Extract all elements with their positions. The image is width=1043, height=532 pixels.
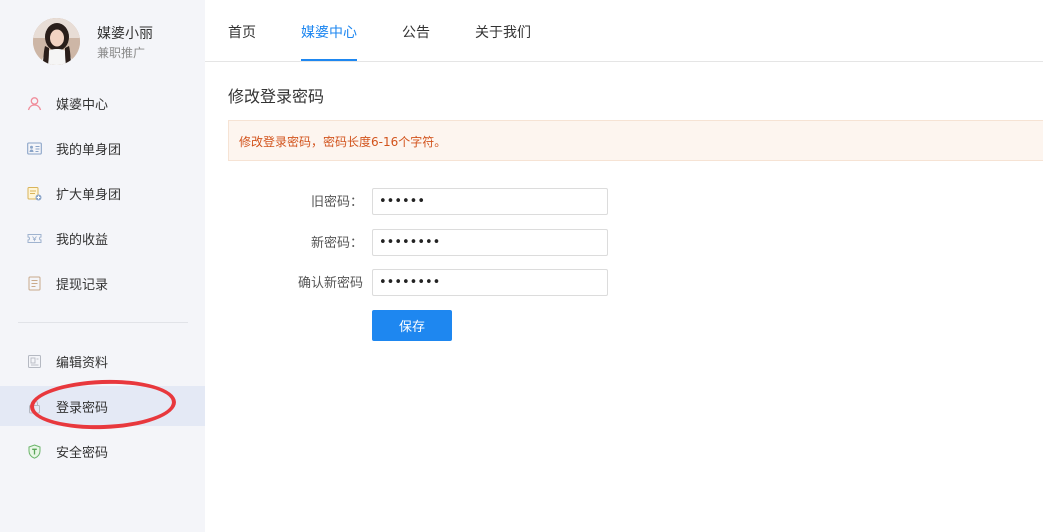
page-title: 修改登录密码	[228, 87, 325, 106]
sidebar-item-label: 安全密码	[56, 446, 109, 461]
app-root: 媒婆小丽 兼职推广 媒婆中心 我的单身团 扩大单身团 我的收益 提现记录 编辑资…	[0, 0, 1043, 532]
active-tab-indicator	[301, 59, 357, 61]
save-button[interactable]: 保存	[372, 310, 452, 341]
profile-name: 媒婆小丽	[97, 26, 153, 42]
sidebar-item-my-singles-group[interactable]: 我的单身团	[0, 128, 205, 168]
new-password-field[interactable]	[372, 229, 608, 256]
sidebar-item-label: 登录密码	[56, 401, 109, 416]
confirm-password-label: 确认新密码	[297, 276, 363, 291]
ticket-icon	[27, 231, 42, 246]
sidebar-item-my-earnings[interactable]: 我的收益	[0, 218, 205, 258]
user-icon	[27, 96, 42, 111]
sidebar-item-login-password[interactable]: 登录密码	[0, 386, 205, 426]
sidebar-item-matchmaker-center[interactable]: 媒婆中心	[0, 83, 205, 123]
old-password-label: 旧密码：	[310, 195, 363, 210]
profile-role: 兼职推广	[97, 46, 146, 60]
edit-profile-icon	[27, 354, 42, 369]
sidebar-item-label: 提现记录	[56, 278, 109, 293]
sidebar-item-label: 扩大单身团	[56, 188, 122, 203]
sidebar-item-label: 我的单身团	[56, 143, 122, 158]
sidebar-item-security-password[interactable]: 安全密码	[0, 431, 205, 471]
sidebar-item-edit-profile[interactable]: 编辑资料	[0, 341, 205, 381]
sidebar-item-withdrawal-records[interactable]: 提现记录	[0, 263, 205, 303]
avatar	[33, 18, 80, 65]
tab-matchmaker-center[interactable]: 媒婆中心	[301, 22, 357, 42]
add-group-icon	[27, 186, 42, 201]
new-password-label: 新密码：	[310, 236, 363, 251]
top-navigation: 首页 媒婆中心 公告 关于我们	[205, 0, 1043, 62]
notice-banner: 修改登录密码，密码长度6-16个字符。	[228, 120, 1043, 161]
tab-home[interactable]: 首页	[228, 22, 256, 42]
sidebar: 媒婆小丽 兼职推广 媒婆中心 我的单身团 扩大单身团 我的收益 提现记录 编辑资…	[0, 0, 205, 532]
profile-card: 媒婆小丽 兼职推广	[33, 18, 203, 68]
sidebar-divider	[18, 322, 188, 323]
shield-icon	[27, 444, 42, 459]
notice-text: 修改登录密码，密码长度6-16个字符。	[239, 135, 447, 149]
sidebar-item-expand-singles-group[interactable]: 扩大单身团	[0, 173, 205, 213]
id-card-icon	[27, 141, 42, 156]
old-password-field[interactable]	[372, 188, 608, 215]
list-icon	[27, 276, 42, 291]
lock-icon	[27, 399, 42, 414]
tab-announcements[interactable]: 公告	[402, 22, 430, 42]
sidebar-item-label: 我的收益	[56, 233, 109, 248]
confirm-password-field[interactable]	[372, 269, 608, 296]
tab-about-us[interactable]: 关于我们	[475, 22, 531, 42]
sidebar-item-label: 编辑资料	[56, 356, 109, 371]
sidebar-item-label: 媒婆中心	[56, 98, 109, 113]
